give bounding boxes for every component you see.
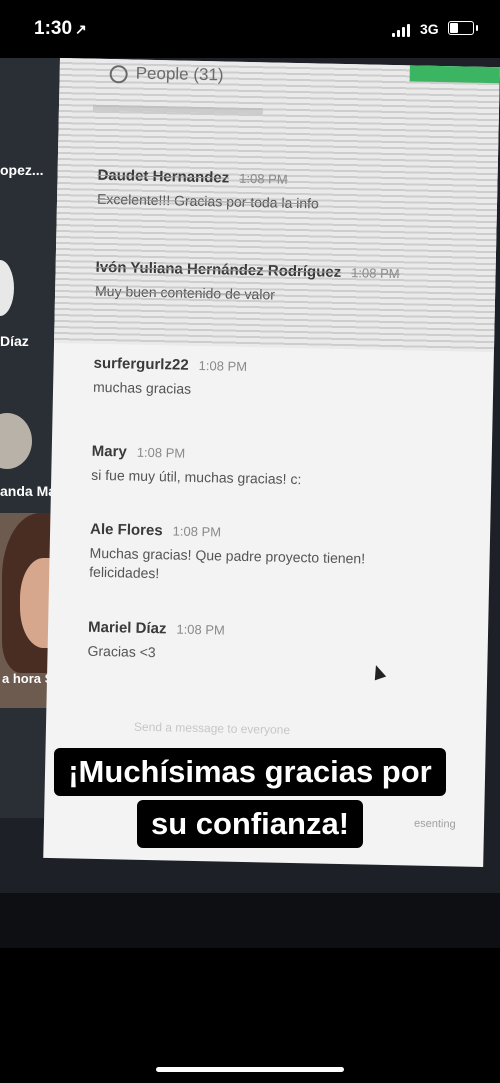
story-caption: ¡Muchísimas gracias por su confianza! (0, 748, 500, 848)
home-indicator[interactable] (156, 1067, 344, 1072)
mouse-cursor-icon (370, 663, 387, 681)
laptop-bezel (0, 893, 500, 948)
participant-name: Díaz (0, 333, 29, 349)
chat-message: Mary 1:08 PM si fue muy útil, muchas grac… (91, 442, 302, 488)
chat-input[interactable]: Send a message to everyone (134, 720, 290, 737)
chat-message: Ivón Yuliana Hernández Rodríguez 1:08 PM … (94, 258, 400, 303)
chat-message: surfergurlz22 1:08 PM muchas gracias (92, 354, 248, 397)
people-header[interactable]: People (31) (109, 63, 224, 85)
signal-icon (392, 23, 414, 37)
people-icon (109, 64, 128, 83)
chat-tab[interactable] (409, 65, 500, 84)
chat-message: Mariel Díaz 1:08 PM Gracias <3 (87, 618, 226, 661)
network-type: 3G (420, 21, 439, 37)
battery-icon (448, 21, 478, 35)
participant-name: opez... (0, 162, 44, 178)
avatar (0, 260, 14, 316)
caption-line: su confianza! (136, 800, 364, 848)
caption-line: ¡Muchísimas gracias por (54, 748, 446, 796)
status-time: 1:30 ↗ (34, 18, 87, 39)
location-icon: ↗ (75, 21, 87, 37)
chat-message: Daudet Hernandez 1:08 PM Excelente!!! Gra… (96, 166, 319, 212)
status-bar: 1:30 ↗ 3G (0, 0, 500, 60)
chat-panel: People (31) Daudet Hernandez 1:08 PM Exce… (43, 58, 500, 868)
avatar (0, 413, 32, 469)
chat-message: Ale Flores 1:08 PM Muchas gracias! Que pa… (89, 520, 366, 582)
